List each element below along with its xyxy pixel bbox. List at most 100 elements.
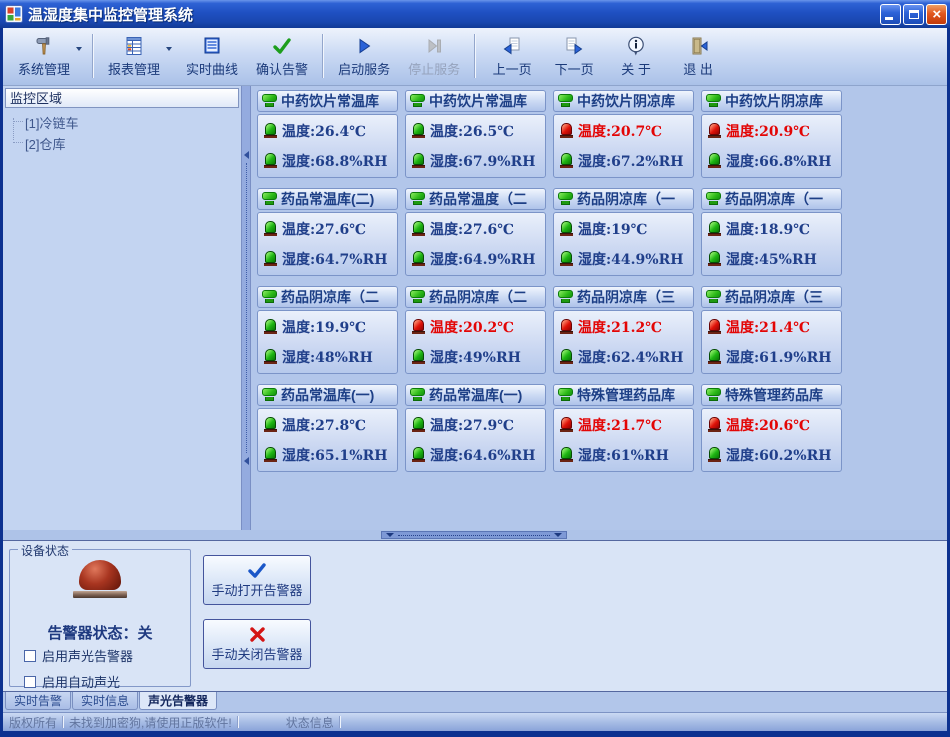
toolbar-button[interactable]: 下一页 <box>543 31 605 81</box>
checkbox-label: 启用声光告警器 <box>42 646 133 665</box>
alarm-control-button[interactable]: 手动关闭告警器 <box>203 619 311 669</box>
toolbar-button[interactable]: 关 于 <box>605 31 667 81</box>
checkbox[interactable] <box>24 676 36 688</box>
device-icon <box>409 192 426 207</box>
monitor-card[interactable]: 药品常温库(一) 温度:27.8℃ 湿度:65.1%RH <box>257 384 398 472</box>
toolbar-label: 上一页 <box>493 59 532 78</box>
monitor-card[interactable]: 药品常温度（二 温度:27.6℃ 湿度:64.9%RH <box>405 188 546 276</box>
card-body: 温度:19℃ 湿度:44.9%RH <box>553 212 694 276</box>
card-title: 药品阴凉库（一 <box>577 189 675 209</box>
monitor-card[interactable]: 特殊管理药品库 温度:20.6℃ 湿度:60.2%RH <box>701 384 842 472</box>
card-title: 药品阴凉库（三 <box>725 287 823 307</box>
close-icon: × <box>927 5 946 24</box>
monitor-card[interactable]: 药品阴凉库（二 温度:19.9℃ 湿度:48%RH <box>257 286 398 374</box>
monitor-card[interactable]: 药品阴凉库（三 温度:21.2℃ 湿度:62.4%RH <box>553 286 694 374</box>
card-body: 温度:20.6℃ 湿度:60.2%RH <box>701 408 842 472</box>
splitter-collapse-icon[interactable] <box>554 533 562 537</box>
vertical-splitter[interactable] <box>241 86 251 530</box>
bottom-tab[interactable]: 实时告警 <box>5 692 71 710</box>
card-header: 中药饮片阴凉库 <box>701 90 842 112</box>
temp-label: 温度: <box>726 320 759 336</box>
toolbar-icon <box>271 34 293 58</box>
tab-label: 声光告警器 <box>148 692 208 709</box>
temp-value: 21.2℃ <box>611 320 662 336</box>
bottom-tab[interactable]: 实时信息 <box>72 692 138 710</box>
minimize-button[interactable] <box>880 4 901 25</box>
statusbar-separator <box>62 716 64 728</box>
humidity-alarm-lamp-icon <box>264 251 277 267</box>
toolbar-button[interactable]: 启动服务 <box>329 31 399 81</box>
maximize-button[interactable] <box>903 4 924 25</box>
humidity-value: 65.1%RH <box>315 448 387 464</box>
main-content: 监控区域 [1]冷链车 [2]仓库 <box>3 86 947 530</box>
humidity-value: 62.4%RH <box>611 350 683 366</box>
card-header: 药品常温库(二) <box>257 188 398 210</box>
temp-alarm-lamp-icon <box>412 123 425 139</box>
splitter-collapse-icon[interactable] <box>244 457 249 465</box>
splitter-collapse-icon[interactable] <box>386 533 394 537</box>
toolbar-button[interactable]: 退 出 <box>667 31 729 81</box>
temp-alarm-lamp-icon <box>708 221 721 237</box>
tree-item[interactable]: [1]冷链车 <box>9 112 239 133</box>
card-title: 特殊管理药品库 <box>577 385 675 405</box>
card-header: 特殊管理药品库 <box>701 384 842 406</box>
toolbar-icon <box>201 34 223 58</box>
card-header: 特殊管理药品库 <box>553 384 694 406</box>
temp-value: 19.9℃ <box>315 320 366 336</box>
bottom-tab[interactable]: 声光告警器 <box>139 691 217 710</box>
humidity-alarm-lamp-icon <box>708 153 721 169</box>
humidity-label: 湿度: <box>430 252 463 268</box>
device-icon <box>557 290 574 305</box>
dropdown-caret-icon[interactable] <box>76 47 82 51</box>
monitor-card[interactable]: 药品阴凉库（二 温度:20.2℃ 湿度:49%RH <box>405 286 546 374</box>
splitter-collapse-icon[interactable] <box>244 151 249 159</box>
checkbox-row[interactable]: 启用自动声光 <box>24 672 133 691</box>
device-icon <box>705 192 722 207</box>
monitor-card[interactable]: 药品阴凉库（三 温度:21.4℃ 湿度:61.9%RH <box>701 286 842 374</box>
toolbar-button[interactable]: 确认告警 <box>247 31 317 81</box>
dropdown-caret-icon[interactable] <box>166 47 172 51</box>
checkbox[interactable] <box>24 650 36 662</box>
monitor-card[interactable]: 药品常温库(二) 温度:27.6℃ 湿度:64.7%RH <box>257 188 398 276</box>
temp-label: 温度: <box>282 124 315 140</box>
temp-label: 温度: <box>430 418 463 434</box>
button-icon <box>247 562 267 579</box>
device-icon <box>705 94 722 109</box>
toolbar-button[interactable]: 上一页 <box>481 31 543 81</box>
toolbar-button[interactable]: 停止服务 <box>399 31 469 81</box>
temp-alarm-lamp-icon <box>560 123 573 139</box>
checkbox-row[interactable]: 启用声光告警器 <box>24 646 133 665</box>
toolbar-icon <box>423 34 445 58</box>
card-header: 药品阴凉库（一 <box>553 188 694 210</box>
humidity-value: 64.9%RH <box>463 252 535 268</box>
temp-label: 温度: <box>726 124 759 140</box>
toolbar-label: 停止服务 <box>408 59 460 78</box>
statusbar: 版权所有 未找到加密狗,请使用正版软件! 状态信息 <box>3 712 947 731</box>
titlebar[interactable]: 温湿度集中监控管理系统 × <box>0 0 950 28</box>
monitor-card[interactable]: 药品常温库(一) 温度:27.9℃ 湿度:64.6%RH <box>405 384 546 472</box>
device-icon <box>261 290 278 305</box>
horizontal-splitter[interactable] <box>381 531 567 539</box>
monitor-card[interactable]: 中药饮片常温库 温度:26.5℃ 湿度:67.9%RH <box>405 90 546 178</box>
temp-alarm-lamp-icon <box>412 319 425 335</box>
toolbar-button[interactable]: 系统管理 <box>9 31 87 81</box>
close-button[interactable]: × <box>926 4 947 25</box>
app-icon <box>5 5 23 23</box>
monitor-card[interactable]: 特殊管理药品库 温度:21.7℃ 湿度:61%RH <box>553 384 694 472</box>
card-title: 中药饮片常温库 <box>429 91 527 111</box>
monitor-card[interactable]: 中药饮片阴凉库 温度:20.9℃ 湿度:66.8%RH <box>701 90 842 178</box>
monitor-card[interactable]: 中药饮片阴凉库 温度:20.7℃ 湿度:67.2%RH <box>553 90 694 178</box>
toolbar-icon <box>625 34 647 58</box>
toolbar-button[interactable]: 报表管理 <box>99 31 177 81</box>
humidity-label: 湿度: <box>726 252 759 268</box>
card-header: 中药饮片常温库 <box>257 90 398 112</box>
monitor-card[interactable]: 中药饮片常温库 温度:26.4℃ 湿度:68.8%RH <box>257 90 398 178</box>
monitor-card[interactable]: 药品阴凉库（一 温度:19℃ 湿度:44.9%RH <box>553 188 694 276</box>
tree-item[interactable]: [2]仓库 <box>9 133 239 154</box>
card-header: 药品常温库(一) <box>405 384 546 406</box>
toolbar-button[interactable]: 实时曲线 <box>177 31 247 81</box>
alarm-control-button[interactable]: 手动打开告警器 <box>203 555 311 605</box>
monitor-card[interactable]: 药品阴凉库（一 温度:18.9℃ 湿度:45%RH <box>701 188 842 276</box>
alarm-buttons: 手动打开告警器 手动关闭告警器 <box>203 555 311 669</box>
humidity-label: 湿度: <box>726 154 759 170</box>
